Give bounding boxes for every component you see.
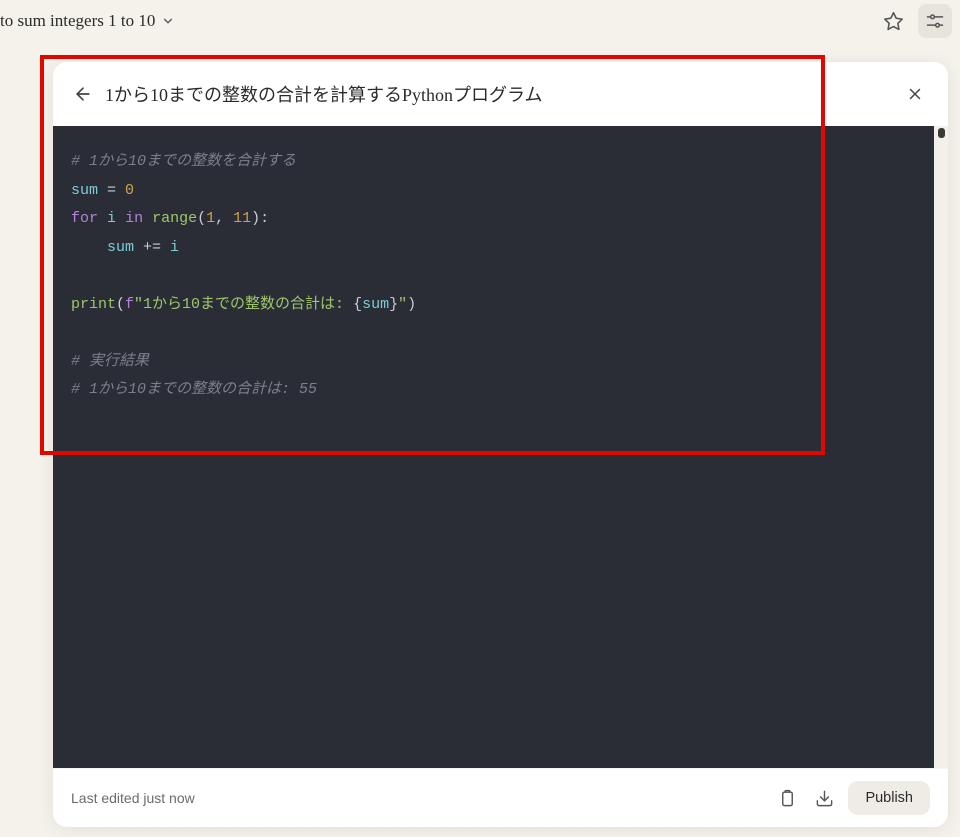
close-button[interactable] (902, 81, 928, 107)
code-editor[interactable]: # 1から10までの整数を合計する sum = 0 for i in range… (53, 126, 934, 768)
publish-button[interactable]: Publish (848, 781, 930, 815)
download-button[interactable] (811, 785, 838, 812)
last-edited-status: Last edited just now (71, 790, 195, 806)
sliders-icon (925, 11, 945, 31)
page-title-dropdown[interactable]: to sum integers 1 to 10 (0, 11, 175, 31)
code-comment: # 1から10までの整数を合計する (71, 153, 296, 170)
panel-title: 1から10までの整数の合計を計算するPythonプログラム (105, 81, 890, 107)
star-button[interactable] (876, 4, 910, 38)
back-button[interactable] (73, 84, 93, 104)
vertical-scrollbar[interactable] (934, 126, 948, 768)
code-comment: # 1から10までの整数の合計は: 55 (71, 381, 317, 398)
chevron-down-icon (161, 14, 175, 28)
artifact-panel: 1から10までの整数の合計を計算するPythonプログラム # 1から10までの… (53, 62, 948, 827)
arrow-left-icon (73, 84, 93, 104)
close-icon (906, 85, 924, 103)
code-comment: # 実行結果 (71, 353, 149, 370)
settings-button[interactable] (918, 4, 952, 38)
page-title: to sum integers 1 to 10 (0, 11, 155, 31)
star-icon (883, 11, 904, 32)
copy-button[interactable] (774, 785, 801, 812)
clipboard-icon (778, 789, 797, 808)
scrollbar-thumb[interactable] (938, 128, 945, 138)
download-icon (815, 789, 834, 808)
